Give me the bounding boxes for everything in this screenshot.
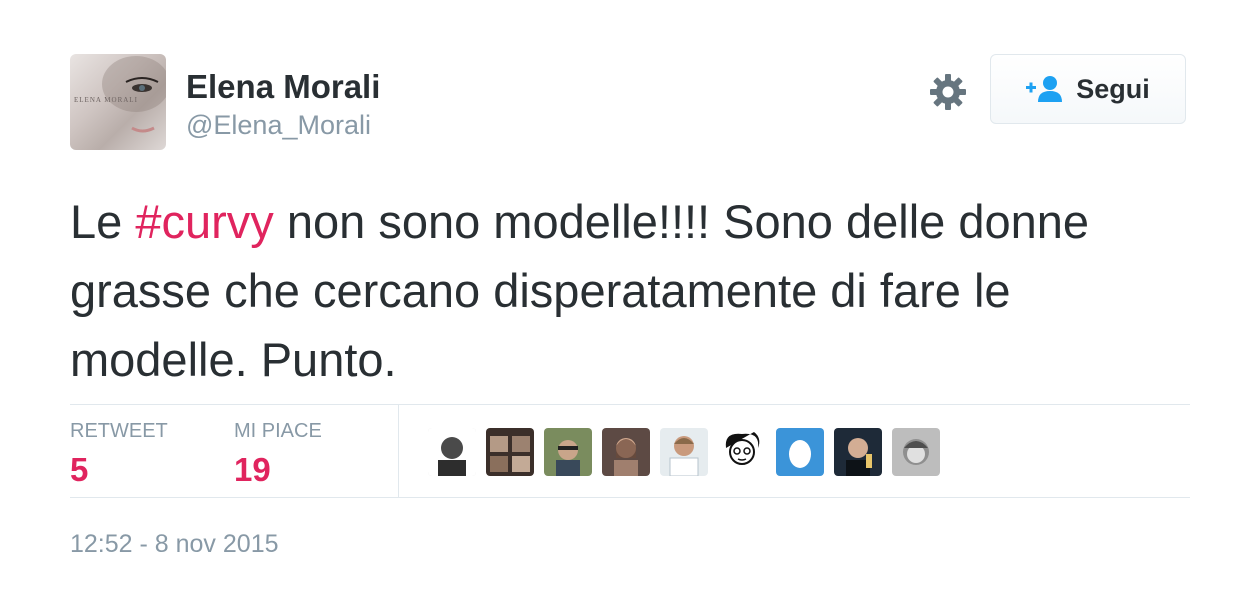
gear-icon[interactable] bbox=[928, 72, 968, 112]
add-user-icon bbox=[1026, 75, 1064, 103]
liker-avatar-4[interactable] bbox=[602, 428, 650, 476]
liker-avatar-3[interactable] bbox=[544, 428, 592, 476]
liker-avatar-7[interactable] bbox=[776, 428, 824, 476]
likes-count: 19 bbox=[234, 451, 271, 488]
display-name[interactable]: Elena Morali bbox=[186, 68, 380, 106]
retweet-label: RETWEET bbox=[70, 420, 168, 442]
stats-top-divider bbox=[70, 404, 1190, 405]
liker-avatar-5[interactable] bbox=[660, 428, 708, 476]
stats-bottom-divider bbox=[70, 497, 1190, 498]
liker-avatar-6[interactable] bbox=[718, 428, 766, 476]
user-handle[interactable]: @Elena_Morali bbox=[186, 110, 371, 141]
liker-avatar-8[interactable] bbox=[834, 428, 882, 476]
profile-avatar[interactable]: ELENA MORALI bbox=[70, 54, 166, 150]
avatar-logo-text: ELENA MORALI bbox=[74, 96, 138, 104]
hashtag-link[interactable]: #curvy bbox=[135, 195, 273, 248]
retweet-count: 5 bbox=[70, 451, 89, 488]
follow-button-label: Segui bbox=[1076, 73, 1150, 104]
liker-avatar-9[interactable] bbox=[892, 428, 940, 476]
retweet-stat[interactable]: RETWEET 5 bbox=[70, 420, 168, 489]
likes-label: MI PIACE bbox=[234, 420, 322, 442]
stats-vertical-divider bbox=[398, 405, 399, 497]
liker-avatars bbox=[428, 428, 950, 476]
tweet-timestamp[interactable]: 12:52 - 8 nov 2015 bbox=[70, 530, 279, 559]
tweet-text: Le #curvy non sono modelle!!!! Sono dell… bbox=[70, 187, 1200, 394]
liker-avatar-1[interactable] bbox=[428, 428, 476, 476]
likes-stat[interactable]: MI PIACE 19 bbox=[234, 420, 322, 489]
liker-avatar-2[interactable] bbox=[486, 428, 534, 476]
follow-button[interactable]: Segui bbox=[990, 54, 1186, 124]
tweet-text-before: Le bbox=[70, 195, 136, 248]
